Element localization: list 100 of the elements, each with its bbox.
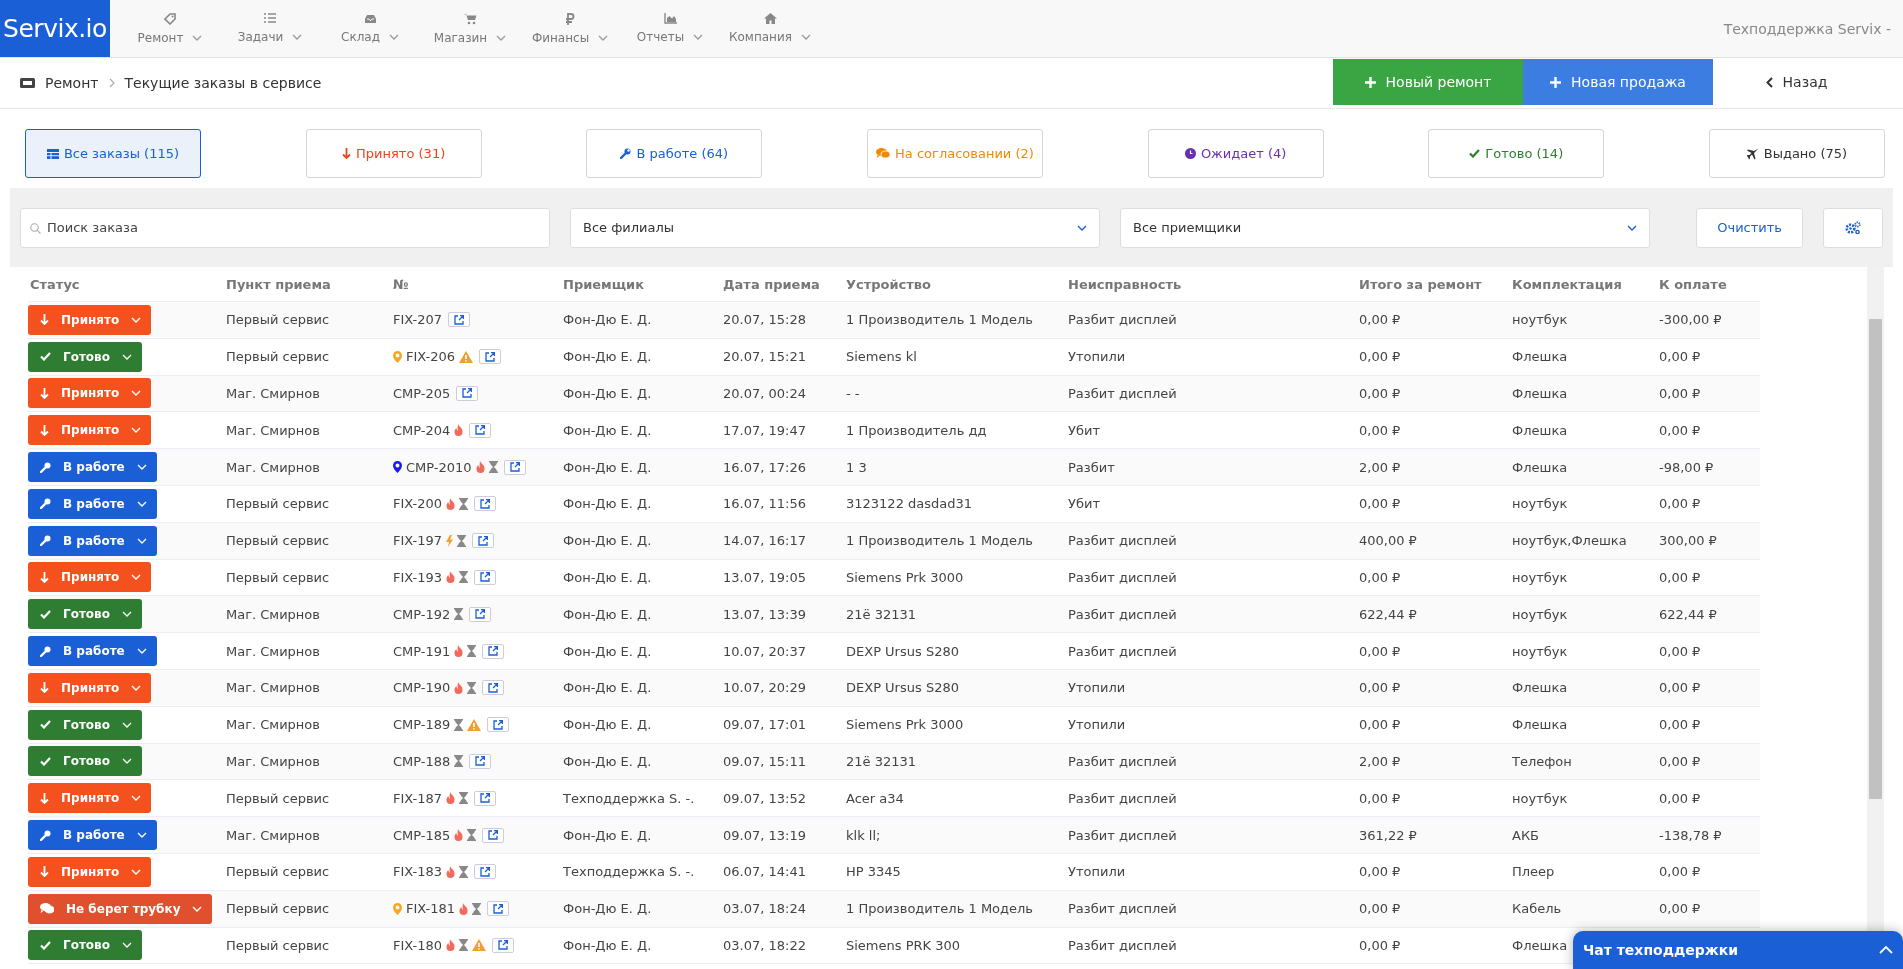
open-link-button[interactable] (469, 606, 492, 622)
status-dropdown[interactable]: Готово (28, 746, 142, 777)
status-dropdown[interactable]: Принято (28, 378, 152, 409)
status-dropdown[interactable]: Принято (28, 672, 152, 703)
fire-icon (475, 461, 485, 474)
status-dropdown[interactable]: Готово (28, 709, 142, 740)
user-menu[interactable]: Техподдержка Servix - (1723, 20, 1903, 37)
chevron-down-icon (131, 427, 142, 434)
gears-icon (1845, 221, 1861, 234)
external-link-icon (493, 719, 504, 730)
open-link-button[interactable] (474, 864, 497, 880)
status-dropdown[interactable]: Принято (28, 304, 152, 335)
status-dropdown[interactable]: Не берет трубку (28, 893, 213, 924)
open-link-button[interactable] (474, 569, 497, 585)
fire-icon (446, 865, 456, 878)
order-number: FIX-193 (393, 569, 443, 585)
open-link-button[interactable] (503, 459, 526, 475)
chat-title[interactable]: Чат техподдержки (1583, 942, 1739, 958)
status-dropdown[interactable]: Принято (28, 415, 152, 446)
column-header: Неисправность (1068, 276, 1182, 292)
scrollbar[interactable] (1867, 267, 1884, 931)
nav-menu-item[interactable]: Магазин (420, 0, 520, 57)
status-dropdown[interactable]: В работе (28, 636, 157, 667)
open-link-button[interactable] (474, 790, 497, 806)
status-dropdown[interactable]: Принято (28, 856, 152, 887)
nav-menu-item[interactable]: Склад (320, 0, 420, 57)
chevron-down-icon (131, 684, 142, 691)
table-cell: Маг. Смирнов (226, 827, 320, 843)
order-number: CMP-192 (393, 606, 451, 622)
status-filter-tab[interactable]: Ожидает (4) (1147, 129, 1324, 178)
table-cell: 1 Производитель 1 Модель (846, 533, 1033, 549)
table-cell: 21ё 32131 (846, 753, 917, 769)
search-field[interactable]: Поиск заказа (20, 207, 550, 248)
chevron-up-icon[interactable] (1879, 946, 1893, 954)
external-link-icon (475, 425, 486, 436)
chevron-down-icon (136, 648, 147, 655)
status-filter-tab[interactable]: Принято (31) (305, 129, 482, 178)
order-number: FIX-197 (393, 533, 443, 549)
table-cell: 0,00 ₽ (1359, 680, 1401, 696)
external-link-icon (462, 388, 473, 399)
add-button[interactable]: Новый ремонт (1333, 59, 1523, 105)
table-cell: ноутбук (1512, 790, 1568, 806)
settings-button[interactable] (1823, 207, 1883, 248)
table-cell: -138,78 ₽ (1659, 827, 1722, 843)
table-cell: 20.07, 15:28 (723, 312, 806, 328)
nav-menu-item[interactable]: Компания (720, 0, 820, 57)
logo[interactable]: Servix.io (0, 0, 110, 57)
open-link-button[interactable] (487, 717, 510, 733)
status-dropdown[interactable]: Готово (28, 341, 142, 372)
open-link-button[interactable] (482, 827, 505, 843)
status-dropdown[interactable]: В работе (28, 452, 157, 483)
open-link-button[interactable] (482, 643, 505, 659)
status-dropdown[interactable]: Принято (28, 562, 152, 593)
order-number: CMP-204 (393, 422, 451, 438)
table-cell: Утопили (1068, 864, 1126, 880)
breadcrumb[interactable]: Ремонт (45, 75, 99, 91)
open-link-button[interactable] (474, 496, 497, 512)
table-cell: -98,00 ₽ (1659, 459, 1714, 475)
arrow-down-icon (40, 314, 49, 326)
status-dropdown[interactable]: В работе (28, 820, 157, 851)
open-link-button[interactable] (492, 937, 515, 953)
status-dropdown[interactable]: Готово (28, 599, 142, 630)
nav-menu-item[interactable]: Ремонт (120, 0, 220, 57)
open-link-button[interactable] (482, 680, 505, 696)
open-link-button[interactable] (469, 753, 492, 769)
nav-menu-item[interactable]: Отчеты (620, 0, 720, 57)
clear-button[interactable]: Очистить (1696, 207, 1803, 248)
external-link-icon (498, 940, 509, 951)
fire-icon (459, 902, 469, 915)
ruble-icon (565, 12, 575, 25)
status-filter-tab[interactable]: Все заказы (115) (25, 129, 201, 178)
branch-dropdown[interactable]: Все филиалы (570, 207, 1100, 248)
status-dropdown[interactable]: Готово (28, 930, 142, 961)
external-link-icon (493, 903, 504, 914)
nav-menu-item[interactable]: Задачи (220, 0, 320, 57)
status-filter-tab[interactable]: Готово (14) (1428, 129, 1605, 178)
nav-menu-item[interactable]: Финансы (520, 0, 620, 57)
order-number: FIX-180 (393, 937, 443, 953)
back-button[interactable]: Назад (1713, 59, 1880, 105)
status-filter-tab[interactable]: В работе (64) (586, 129, 763, 178)
open-link-button[interactable] (469, 422, 492, 438)
open-link-button[interactable] (479, 349, 502, 365)
status-filter-tab[interactable]: Выдано (75) (1708, 129, 1885, 178)
chevron-down-icon (131, 574, 142, 581)
fire-icon (446, 497, 456, 510)
table-cell: Фон-Дю Е. Д. (563, 901, 652, 917)
status-filter-tab[interactable]: На согласовании (2) (866, 129, 1043, 178)
open-link-button[interactable] (448, 312, 471, 328)
table-cell: 0,00 ₽ (1659, 864, 1701, 880)
open-link-button[interactable] (487, 901, 510, 917)
table-cell: Утопили (1068, 717, 1126, 733)
add-button[interactable]: Новая продажа (1523, 59, 1713, 105)
status-dropdown[interactable]: В работе (28, 525, 157, 556)
order-number: FIX-183 (393, 864, 443, 880)
receiver-dropdown[interactable]: Все приемщики (1120, 207, 1650, 248)
order-number: CMP-205 (393, 386, 451, 401)
open-link-button[interactable] (456, 386, 479, 401)
status-dropdown[interactable]: В работе (28, 488, 157, 519)
open-link-button[interactable] (472, 533, 495, 549)
status-dropdown[interactable]: Принято (28, 783, 152, 814)
